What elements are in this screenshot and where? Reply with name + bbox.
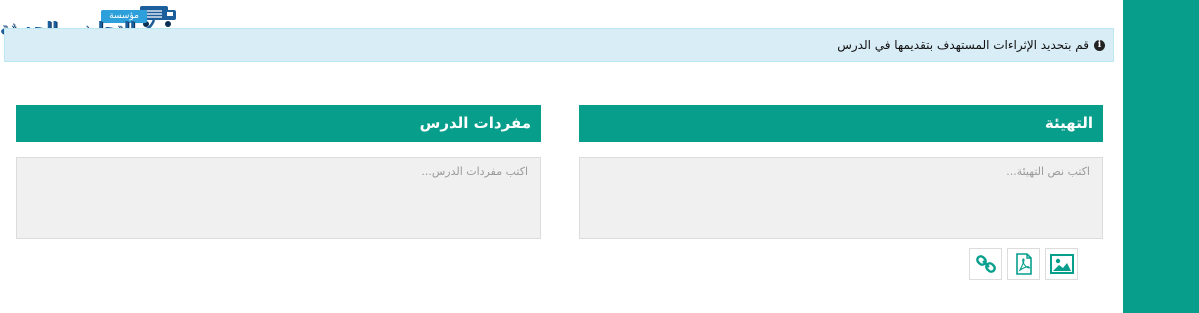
insert-image-button[interactable] [1045,248,1078,280]
info-circle-icon: i [1094,39,1105,51]
info-alert: i قم بتحديد الإثراءات المستهدف بتقديمها … [4,28,1114,62]
insert-link-button[interactable] [969,248,1002,280]
pdf-icon [1015,253,1032,275]
image-icon [1049,254,1074,274]
vocabulary-field-container [16,157,541,239]
vocabulary-panel-title: مفردات الدرس [419,114,531,132]
vocabulary-panel-header: مفردات الدرس [16,105,541,142]
insert-pdf-button[interactable] [1007,248,1040,280]
vocabulary-textarea[interactable] [29,165,528,231]
side-strip [1123,0,1199,313]
warmup-panel-header: التهيئة [579,105,1103,142]
warmup-panel-title: التهيئة [1044,114,1093,132]
warmup-field-container [579,157,1103,239]
alert-text: قم بتحديد الإثراءات المستهدف بتقديمها في… [837,38,1089,52]
warmup-textarea[interactable] [592,165,1090,231]
link-icon [975,255,996,273]
